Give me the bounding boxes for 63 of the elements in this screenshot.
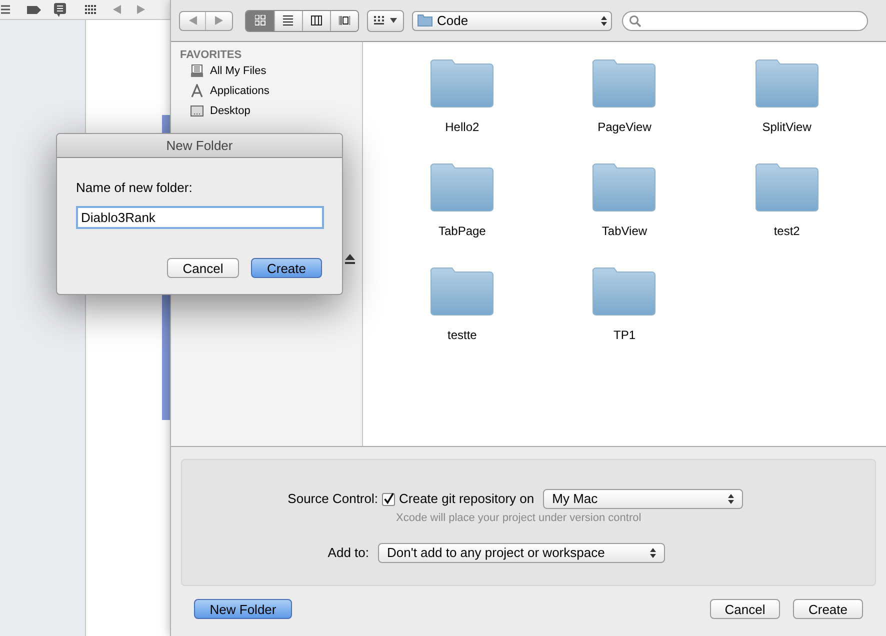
- tray-icon: [190, 64, 204, 78]
- new-folder-button[interactable]: New Folder: [194, 599, 292, 619]
- folder-name[interactable]: TP1: [613, 326, 636, 344]
- target-popup[interactable]: My Mac: [543, 489, 744, 509]
- folder-name[interactable]: test2: [774, 222, 800, 240]
- caret-icon: [390, 18, 397, 23]
- create-button[interactable]: Create: [251, 258, 322, 278]
- column-view-icon: [311, 15, 322, 26]
- stepper-icon: [650, 548, 656, 558]
- list-icon[interactable]: [1, 5, 10, 14]
- field-label: Name of new folder:: [76, 179, 194, 197]
- hint-text: Xcode will place your project under version control: [396, 511, 642, 526]
- arrange-button[interactable]: [367, 10, 404, 32]
- folder-icon: [417, 14, 433, 27]
- folder-icon: [754, 162, 819, 212]
- sidebar-heading: FAVORITES: [180, 48, 243, 61]
- folder-name[interactable]: SplitView: [762, 118, 812, 136]
- folder-icon: [754, 58, 819, 108]
- forward-icon: [215, 16, 223, 25]
- search-icon: [629, 14, 641, 26]
- cancel-button[interactable]: Cancel: [167, 258, 239, 278]
- search-field[interactable]: [622, 10, 868, 30]
- folder-icon: [592, 58, 656, 108]
- view-mode-tab[interactable]: [274, 10, 302, 30]
- cancel-button[interactable]: Cancel: [710, 599, 780, 619]
- grid-icon: [374, 16, 384, 25]
- eject-icon[interactable]: [345, 254, 355, 264]
- comment-icon[interactable]: [54, 2, 66, 16]
- folder-name[interactable]: PageView: [598, 118, 652, 136]
- dialog-title: New Folder: [166, 136, 233, 155]
- cover-flow-icon: [339, 15, 350, 26]
- checkbox-label[interactable]: Create git repository on: [399, 489, 534, 509]
- folder-icon: [592, 162, 656, 212]
- sidebar-item[interactable]: All My Files: [190, 61, 362, 81]
- folder-icon: [592, 266, 656, 316]
- field-label: Add to:: [326, 544, 369, 562]
- monitor-icon: [190, 104, 204, 118]
- create-button[interactable]: Create: [793, 599, 863, 619]
- tag-icon[interactable]: [27, 6, 41, 14]
- folder-name[interactable]: Hello2: [445, 118, 480, 136]
- folder-icon: [430, 162, 494, 212]
- folder-name-field[interactable]: Diablo3Rank: [76, 206, 324, 228]
- folder-icon: [430, 58, 494, 108]
- sidebar-item[interactable]: Desktop: [190, 101, 362, 121]
- icon-view-icon: [254, 15, 266, 26]
- stepper-icon: [728, 494, 734, 504]
- git-checkbox[interactable]: [382, 492, 395, 506]
- back-icon: [188, 16, 196, 25]
- folder-name[interactable]: TabPage: [438, 222, 486, 240]
- location-popup[interactable]: Code: [412, 10, 612, 30]
- view-mode-tab[interactable]: [330, 10, 358, 30]
- folder-name[interactable]: testte: [447, 326, 477, 344]
- list-view-icon: [283, 15, 294, 26]
- view-mode-tab[interactable]: [302, 10, 330, 30]
- grid-icon[interactable]: [85, 5, 96, 14]
- folder-name[interactable]: TabView: [602, 222, 648, 240]
- add-to-popup[interactable]: Don't add to any project or workspace: [378, 542, 665, 562]
- sidebar-item[interactable]: Applications: [190, 81, 362, 101]
- folder-icon: [430, 266, 494, 316]
- check-icon: [383, 493, 394, 505]
- stepper-icon: [601, 16, 607, 26]
- field-label: Source Control:: [286, 490, 378, 508]
- view-mode-control[interactable]: [245, 10, 359, 32]
